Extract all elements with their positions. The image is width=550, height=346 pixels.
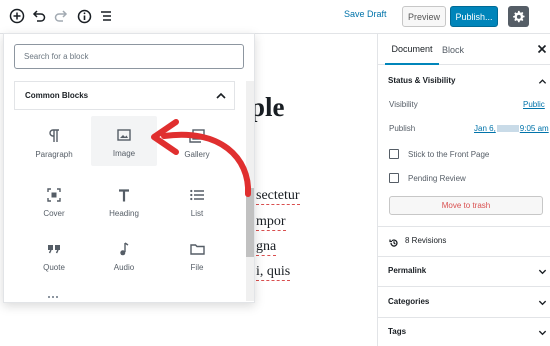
common-blocks-toggle[interactable]: Common Blocks [14, 81, 235, 110]
category-title: Common Blocks [25, 91, 89, 100]
divider [378, 317, 550, 318]
tags-heading[interactable]: Tags [388, 327, 406, 336]
chevron-up-icon [216, 92, 226, 99]
tab-document[interactable]: Document [385, 34, 439, 65]
move-to-trash-button[interactable]: Move to trash [389, 196, 543, 215]
gear-icon [513, 10, 525, 23]
chevron-up-icon[interactable] [538, 77, 547, 86]
block-quote[interactable]: Quote [21, 233, 87, 283]
image-icon [117, 126, 131, 144]
scrollbar-thumb[interactable] [246, 188, 254, 257]
permalink-heading[interactable]: Permalink [388, 266, 426, 275]
more-blocks-hint [48, 296, 58, 300]
block-search-input[interactable]: Search for a block [14, 44, 244, 69]
audio-icon [119, 240, 129, 258]
pending-review-checkbox[interactable] [389, 173, 399, 183]
divider [378, 256, 550, 257]
block-label: List [190, 209, 204, 218]
redo-icon[interactable] [51, 6, 71, 26]
paragraph-line[interactable]: gna [256, 239, 277, 256]
block-label: Audio [113, 263, 135, 272]
publish-button[interactable]: Publish... [450, 6, 498, 27]
redacted-year [496, 125, 519, 133]
block-audio[interactable]: Audio [91, 233, 157, 283]
revisions-link[interactable]: 8 Revisions [405, 236, 446, 245]
status-visibility-heading[interactable]: Status & Visibility [388, 76, 455, 85]
revisions-icon [389, 235, 399, 247]
stick-front-page-checkbox[interactable] [389, 149, 399, 159]
settings-button[interactable] [508, 6, 529, 27]
add-block-icon[interactable] [7, 6, 27, 26]
paragraph-line[interactable]: sectetur [256, 188, 300, 205]
block-label: Image [112, 149, 136, 158]
publish-time: 9:05 am [519, 124, 549, 133]
save-draft-link[interactable]: Save Draft [344, 9, 387, 19]
undo-icon[interactable] [29, 6, 49, 26]
chevron-down-icon[interactable] [538, 267, 547, 276]
block-navigation-icon[interactable] [96, 6, 116, 26]
editor-toolbar: Save Draft Preview Publish... [0, 0, 550, 34]
block-cover[interactable]: Cover [21, 179, 87, 229]
close-icon[interactable] [536, 43, 548, 55]
paragraph-line[interactable]: mpor [256, 214, 286, 231]
preview-button[interactable]: Preview [402, 6, 446, 27]
quote-icon [47, 240, 61, 258]
visibility-label: Visibility [389, 100, 418, 109]
block-file[interactable]: File [164, 233, 230, 283]
paragraph-icon [48, 127, 60, 145]
cover-icon [47, 186, 61, 204]
block-label: Heading [109, 209, 139, 218]
visibility-value-link[interactable]: Public [523, 100, 545, 109]
block-paragraph[interactable]: Paragraph [21, 120, 87, 170]
block-label: File [190, 263, 204, 272]
heading-icon [118, 186, 130, 204]
settings-sidebar: Document Block Status & Visibility Visib… [377, 34, 550, 346]
pending-review-label: Pending Review [408, 174, 466, 183]
sidebar-tabs: Document Block [378, 34, 550, 65]
divider [378, 226, 550, 227]
divider [378, 286, 550, 287]
paragraph-line[interactable]: i, quis [256, 264, 291, 281]
stick-front-page-label: Stick to the Front Page [408, 150, 490, 159]
publish-label: Publish [389, 124, 416, 133]
block-label: Quote [43, 263, 65, 272]
block-label: Cover [43, 209, 65, 218]
chevron-down-icon[interactable] [538, 298, 547, 307]
categories-heading[interactable]: Categories [388, 297, 429, 306]
block-heading[interactable]: Heading [91, 179, 157, 229]
block-image[interactable]: Image [91, 116, 157, 166]
block-label: Paragraph [35, 150, 73, 159]
file-icon [189, 240, 205, 258]
publish-date-start: Jan 6, [474, 124, 496, 133]
chevron-down-icon[interactable] [538, 328, 547, 337]
red-arrow-annotation [151, 119, 252, 197]
info-icon[interactable] [74, 6, 94, 26]
publish-date-link[interactable]: Jan 6, 9:05 am [474, 124, 549, 133]
tab-block[interactable]: Block [442, 34, 464, 65]
